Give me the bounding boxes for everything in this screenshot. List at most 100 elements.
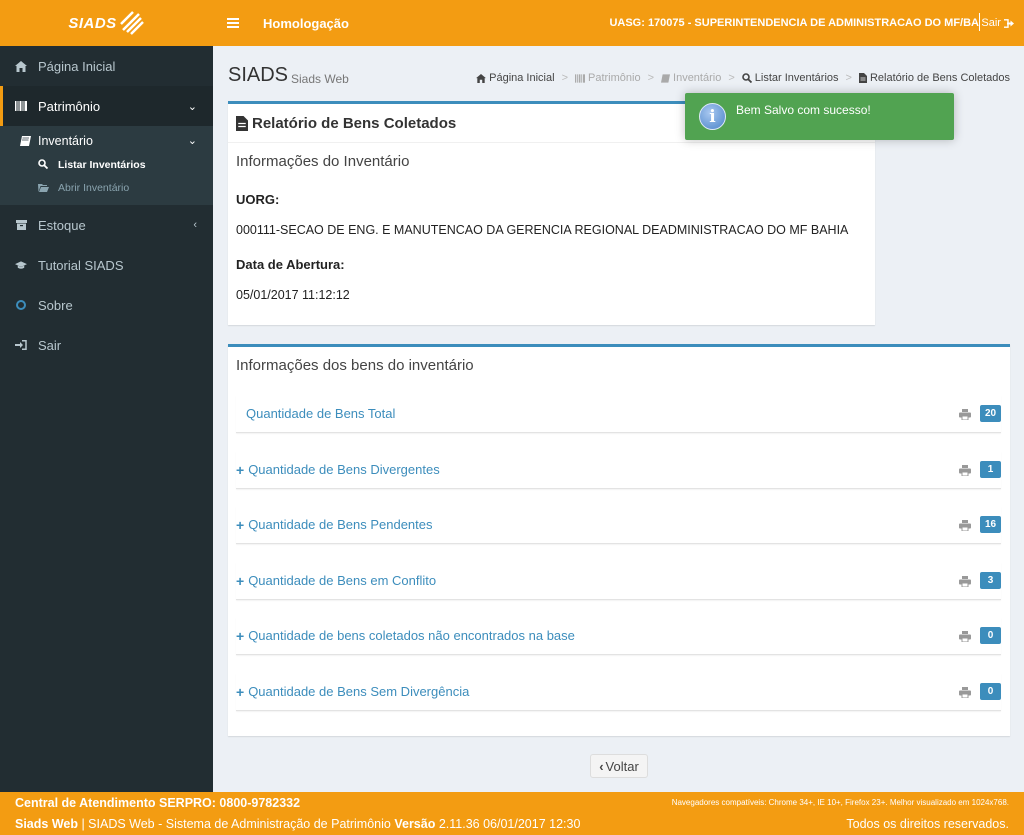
sidebar-item-label: Página Inicial (38, 58, 116, 74)
chevron-left-icon: ‹ (193, 219, 197, 231)
sign-in-icon (15, 340, 27, 350)
goods-row-divergentes: + Quantidade de Bens Divergentes 1 (236, 451, 1001, 489)
count-badge: 0 (980, 683, 1001, 700)
sign-out-icon (1004, 18, 1014, 28)
plus-icon: + (236, 627, 245, 644)
page-subtitle: Siads Web (291, 72, 349, 86)
sidebar-item-patrimonio[interactable]: Patrimônio ⌄ (0, 86, 213, 126)
sidebar-item-sair[interactable]: Sair (0, 325, 213, 365)
breadcrumb-patrimonio[interactable]: Patrimônio (575, 72, 641, 84)
book-icon (20, 135, 32, 147)
goods-row-conflito: + Quantidade de Bens em Conflito 3 (236, 562, 1001, 600)
sidebar-item-label: Listar Inventários (58, 158, 146, 171)
home-icon (476, 73, 487, 83)
opening-date-label: Data de Abertura: (236, 257, 345, 272)
plus-icon: + (236, 461, 245, 478)
folder-open-icon (38, 182, 50, 193)
goods-row-nao-encontrados: + Quantidade de bens coletados não encon… (236, 617, 1001, 655)
goods-row-link[interactable]: + Quantidade de Bens Sem Divergência (236, 684, 469, 700)
logout-link[interactable]: Sair (981, 17, 1014, 29)
sidebar-item-label: Estoque (38, 217, 86, 233)
sidebar: SIADS Página Inicial Patrimônio ⌄ Invent… (0, 0, 213, 792)
graduation-cap-icon (15, 260, 27, 270)
goods-row-label: Quantidade de Bens Divergentes (248, 462, 440, 477)
book-icon (661, 73, 671, 83)
goods-row-pendentes: + Quantidade de Bens Pendentes 16 (236, 506, 1001, 544)
breadcrumb-label: Listar Inventários (754, 72, 839, 84)
sidebar-item-label: Inventário (38, 133, 93, 148)
patrimonio-submenu: Inventário ⌄ Listar Inventários Abrir In… (0, 126, 213, 205)
goods-info-box: Informações dos bens do inventário Quant… (228, 344, 1010, 736)
uorg-label: UORG: (236, 192, 280, 207)
goods-row-label: Quantidade de Bens Sem Divergência (248, 684, 470, 699)
goods-row-link[interactable]: + Quantidade de bens coletados não encon… (236, 628, 575, 644)
count-badge: 16 (980, 516, 1001, 533)
chevron-down-icon: ⌄ (187, 100, 197, 113)
back-button-label: Voltar (605, 758, 639, 774)
version-label: Versão (394, 817, 436, 831)
breadcrumb-inventario[interactable]: Inventário (661, 72, 721, 84)
sidebar-item-label: Abrir Inventário (58, 181, 130, 194)
app-description: | SIADS Web - Sistema de Administração d… (77, 817, 395, 831)
inventory-info-heading: Informações do Inventário (236, 153, 410, 170)
breadcrumb-current: Relatório de Bens Coletados (858, 72, 1010, 84)
divider (228, 142, 875, 143)
sidebar-item-label: Sobre (38, 297, 73, 313)
file-text-icon (858, 73, 867, 83)
breadcrumb: Página Inicial > Patrimônio > Inventário… (476, 72, 1010, 84)
sidebar-item-abrir-inventario[interactable]: Abrir Inventário (0, 176, 213, 199)
print-icon[interactable] (959, 685, 971, 699)
count-badge: 1 (980, 461, 1001, 478)
app-name: Siads Web (15, 817, 78, 831)
file-text-icon (236, 116, 248, 131)
goods-info-heading: Informações dos bens do inventário (236, 357, 474, 374)
circle-icon (15, 300, 27, 310)
logout-label: Sair (981, 17, 1001, 29)
print-icon[interactable] (959, 518, 971, 532)
logo-mark-icon (119, 11, 144, 35)
goods-row-link[interactable]: + Quantidade de Bens Divergentes (236, 462, 440, 478)
breadcrumb-label: Relatório de Bens Coletados (869, 72, 1010, 84)
goods-row-link[interactable]: + Quantidade de Bens em Conflito (236, 573, 436, 589)
uorg-value: 000111-SECAO DE ENG. E MANUTENCAO DA GER… (236, 223, 849, 237)
breadcrumb-label: Patrimônio (588, 72, 641, 84)
search-icon (38, 159, 50, 170)
info-icon: i (699, 103, 726, 130)
goods-row-label: Quantidade de Bens em Conflito (248, 573, 437, 588)
back-button[interactable]: ‹ Voltar (590, 754, 648, 778)
print-icon[interactable] (959, 574, 971, 588)
breadcrumb-listar-inventarios[interactable]: Listar Inventários (741, 72, 839, 84)
version-value: 2.11.36 06/01/2017 12:30 (435, 817, 581, 831)
sidebar-item-label: Tutorial SIADS (38, 257, 124, 273)
print-icon[interactable] (959, 463, 971, 477)
print-icon[interactable] (959, 407, 971, 421)
barcode-icon (575, 73, 585, 83)
search-icon (741, 73, 752, 83)
footer: Central de Atendimento SERPRO: 0800-9782… (0, 792, 1024, 835)
sidebar-item-sobre[interactable]: Sobre (0, 285, 213, 325)
breadcrumb-label: Inventário (673, 72, 722, 84)
sidebar-item-pagina-inicial[interactable]: Página Inicial (0, 46, 213, 86)
opening-date-value: 05/01/2017 11:12:12 (236, 288, 350, 302)
logo-box[interactable]: SIADS (0, 0, 213, 46)
breadcrumb-home[interactable]: Página Inicial (476, 72, 555, 84)
goods-row-label: Quantidade de Bens Total (246, 406, 396, 421)
sidebar-item-tutorial[interactable]: Tutorial SIADS (0, 245, 213, 285)
sidebar-item-estoque[interactable]: Estoque ‹ (0, 205, 213, 245)
success-toast[interactable]: i Bem Salvo com sucesso! (685, 93, 954, 140)
breadcrumb-separator: > (561, 72, 568, 84)
archive-icon (15, 220, 27, 230)
goods-row-link[interactable]: + Quantidade de Bens Pendentes (236, 517, 433, 533)
copyright: Todos os direitos reservados. (846, 817, 1009, 831)
sidebar-item-listar-inventarios[interactable]: Listar Inventários (0, 153, 213, 176)
browser-compat: Navegadores compatíveis: Chrome 34+, IE … (671, 798, 1009, 807)
sidebar-item-inventario[interactable]: Inventário ⌄ (0, 128, 213, 153)
goods-row-sem-divergencia: + Quantidade de Bens Sem Divergência 0 (236, 673, 1001, 711)
goods-row-total: Quantidade de Bens Total 20 (236, 395, 1001, 433)
menu-toggle-button[interactable] (213, 18, 253, 28)
goods-row-link[interactable]: Quantidade de Bens Total (246, 406, 395, 421)
page-title: SIADS (228, 64, 289, 86)
toast-message: Bem Salvo com sucesso! (736, 103, 871, 117)
siads-logo[interactable]: SIADS (68, 10, 144, 36)
print-icon[interactable] (959, 629, 971, 643)
